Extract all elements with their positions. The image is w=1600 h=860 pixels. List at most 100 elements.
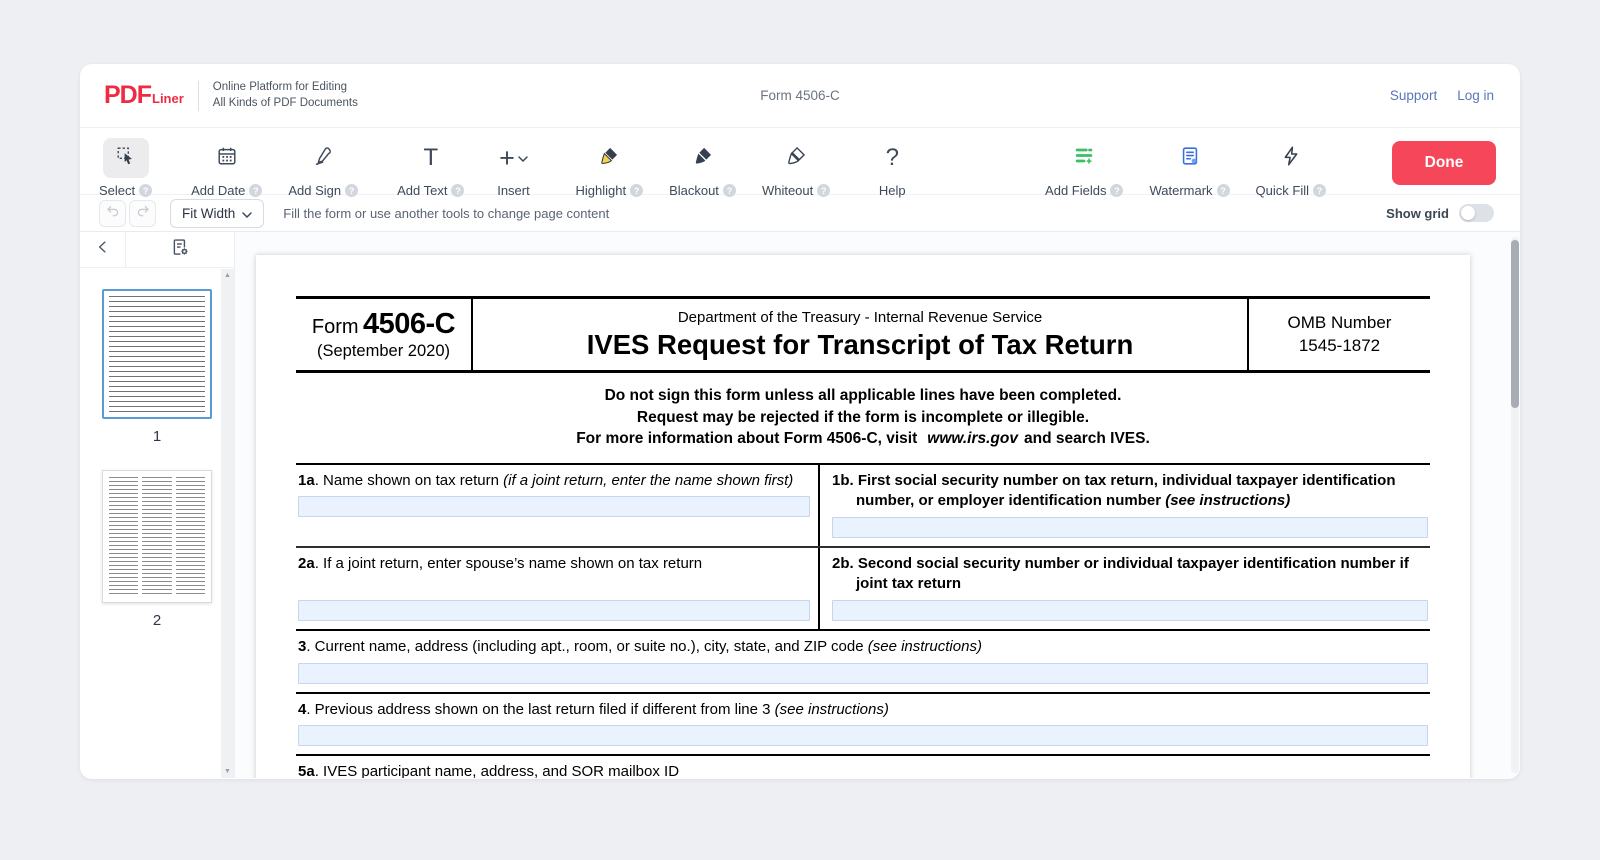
add-text-label: Add Text — [397, 183, 447, 198]
pdfliner-logo[interactable]: PDFLiner — [104, 81, 184, 110]
insert-label: Insert — [497, 183, 530, 198]
redo-icon — [135, 203, 151, 224]
notice-3-post: and search IVES. — [1024, 430, 1150, 447]
field-2b-input[interactable] — [832, 600, 1428, 621]
toggle-knob — [1461, 206, 1475, 220]
document-viewer: Form 4506-C (September 2020) Department … — [235, 232, 1520, 778]
add-sign-help-badge-icon[interactable]: ? — [345, 184, 358, 197]
field-1b: 1b. First social security number on tax … — [820, 465, 1430, 546]
field-5a-label: 5a. IVES participant name, address, and … — [298, 762, 1428, 778]
page-1-number: 1 — [80, 428, 234, 445]
sidebar-scrollbar[interactable]: ▲ ▼ — [221, 269, 234, 778]
editor-body: 1 2 ▲ ▼ Form 4506-C (September 2020) — [80, 232, 1520, 778]
add-text-tool-button[interactable]: T Add Text? — [397, 138, 464, 198]
omb-number: 1545-1872 — [1299, 335, 1380, 357]
omb-label: OMB Number — [1288, 312, 1392, 334]
field-1a: 1a. Name shown on tax return (if a joint… — [296, 465, 820, 546]
blackout-tool-button[interactable]: Blackout? — [669, 138, 736, 198]
add-sign-tool-button[interactable]: Add Sign? — [288, 138, 358, 198]
redo-button[interactable] — [129, 200, 156, 227]
help-label: Help — [879, 183, 906, 198]
page-thumbnail-2[interactable] — [102, 470, 212, 603]
whiteout-help-badge-icon[interactable]: ? — [817, 184, 830, 197]
form-title-cell: Department of the Treasury - Internal Re… — [473, 299, 1249, 370]
watermark-help-badge-icon[interactable]: ? — [1217, 184, 1230, 197]
document-gear-icon — [170, 237, 191, 263]
field-2a-input[interactable] — [298, 600, 810, 621]
app-window: Form 4506-C PDFLiner Online Platform for… — [80, 64, 1520, 779]
support-link[interactable]: Support — [1390, 88, 1437, 103]
calendar-icon — [216, 145, 238, 172]
highlight-brush-icon — [598, 145, 620, 172]
page-settings-button[interactable] — [126, 232, 234, 267]
tagline-line2: All Kinds of PDF Documents — [213, 96, 358, 112]
omb-cell: OMB Number 1545-1872 — [1249, 299, 1430, 370]
add-fields-help-badge-icon[interactable]: ? — [1110, 184, 1123, 197]
top-links: Support Log in — [1390, 88, 1494, 103]
field-4-input[interactable] — [298, 725, 1428, 746]
brand-divider — [198, 81, 199, 111]
tagline-line1: Online Platform for Editing — [213, 80, 358, 96]
field-2a-label: 2a. If a joint return, enter spouse’s na… — [298, 554, 810, 575]
select-help-badge-icon[interactable]: ? — [139, 184, 152, 197]
insert-tool-button[interactable]: + Insert — [490, 138, 536, 198]
highlight-tool-button[interactable]: Highlight? — [575, 138, 643, 198]
highlight-label: Highlight — [575, 183, 626, 198]
blackout-brush-icon — [692, 145, 714, 172]
login-link[interactable]: Log in — [1457, 88, 1494, 103]
notice-line-3: For more information about Form 4506-C, … — [296, 428, 1430, 450]
blackout-help-badge-icon[interactable]: ? — [723, 184, 736, 197]
field-1b-input[interactable] — [832, 517, 1428, 538]
field-1a-input[interactable] — [298, 496, 810, 517]
add-fields-tool-button[interactable]: Add Fields? — [1045, 138, 1123, 198]
quick-fill-help-badge-icon[interactable]: ? — [1313, 184, 1326, 197]
form-number: 4506-C — [363, 308, 455, 340]
field-2b: 2b. Second social security number or ind… — [820, 548, 1430, 630]
scroll-up-icon[interactable]: ▲ — [224, 272, 231, 279]
show-grid-toggle[interactable] — [1459, 204, 1494, 222]
logo-pdf-text: PDF — [104, 81, 151, 109]
select-tool-button[interactable]: Select? — [99, 138, 152, 198]
page-thumbnail-1[interactable] — [102, 289, 212, 419]
add-date-help-badge-icon[interactable]: ? — [249, 184, 262, 197]
field-4-label: 4. Previous address shown on the last re… — [298, 700, 1428, 721]
add-date-tool-button[interactable]: Add Date? — [191, 138, 262, 198]
form-title: IVES Request for Transcript of Tax Retur… — [479, 329, 1241, 361]
page-2-number: 2 — [80, 612, 234, 629]
collapse-sidebar-button[interactable] — [80, 232, 126, 267]
add-text-help-badge-icon[interactable]: ? — [451, 184, 464, 197]
sub-toolbar: Fit Width Fill the form or use another t… — [80, 195, 1520, 232]
form-revision: (September 2020) — [317, 342, 450, 361]
highlight-help-badge-icon[interactable]: ? — [630, 184, 643, 197]
top-header: Form 4506-C PDFLiner Online Platform for… — [80, 64, 1520, 128]
watermark-document-icon — [1179, 145, 1201, 172]
add-sign-label: Add Sign — [288, 183, 341, 198]
blackout-label: Blackout — [669, 183, 719, 198]
done-button[interactable]: Done — [1392, 141, 1496, 185]
toolbar-right-group: Add Fields? Watermark? Quick Fill? Done — [1045, 138, 1496, 198]
quick-fill-label: Quick Fill — [1256, 183, 1309, 198]
pdf-document-page: Form 4506-C (September 2020) Department … — [256, 255, 1470, 778]
zoom-mode-dropdown[interactable]: Fit Width — [170, 199, 264, 228]
undo-button[interactable] — [99, 200, 126, 227]
show-grid-control: Show grid — [1386, 204, 1494, 222]
plus-icon: + — [499, 145, 515, 172]
help-tool-button[interactable]: ? Help — [869, 138, 915, 198]
add-fields-label: Add Fields — [1045, 183, 1106, 198]
scroll-down-icon[interactable]: ▼ — [224, 768, 231, 775]
form-row-5a: 5a. IVES participant name, address, and … — [296, 756, 1430, 778]
main-toolbar: Select? Add Date? Add Sign? T Add — [80, 128, 1520, 195]
logo-liner-text: Liner — [152, 91, 184, 106]
field-1b-label: 1b. First social security number on tax … — [832, 471, 1428, 512]
show-grid-label: Show grid — [1386, 206, 1449, 221]
form-word: Form — [312, 316, 359, 338]
select-label: Select — [99, 183, 135, 198]
whiteout-tool-button[interactable]: Whiteout? — [762, 138, 830, 198]
select-icon — [115, 145, 137, 172]
field-3-input[interactable] — [298, 663, 1428, 684]
watermark-tool-button[interactable]: Watermark? — [1149, 138, 1229, 198]
quick-fill-tool-button[interactable]: Quick Fill? — [1256, 138, 1326, 198]
whiteout-label: Whiteout — [762, 183, 813, 198]
notice-3-pre: For more information about Form 4506-C, … — [576, 430, 917, 447]
viewer-scrollbar-thumb[interactable] — [1511, 240, 1519, 408]
